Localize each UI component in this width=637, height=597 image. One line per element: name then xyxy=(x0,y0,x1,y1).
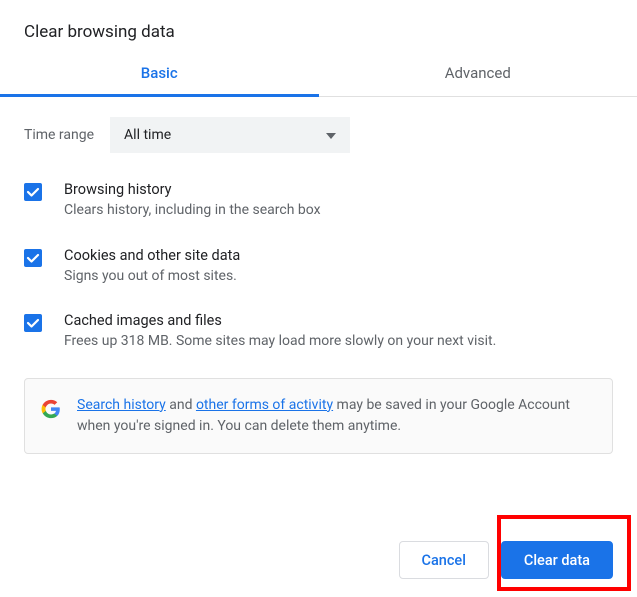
clear-data-button[interactable]: Clear data xyxy=(501,541,613,579)
tab-basic[interactable]: Basic xyxy=(0,50,319,97)
time-range-select[interactable]: All time xyxy=(110,117,350,153)
dialog-title: Clear browsing data xyxy=(0,0,637,50)
chevron-down-icon xyxy=(326,127,336,143)
option-cookies: Cookies and other site data Signs you ou… xyxy=(24,247,613,287)
option-title: Cookies and other site data xyxy=(64,247,240,264)
google-account-notice: Search history and other forms of activi… xyxy=(24,378,613,454)
time-range-label: Time range xyxy=(24,127,94,143)
check-icon xyxy=(26,251,40,265)
check-icon xyxy=(26,185,40,199)
time-range-value: All time xyxy=(124,127,171,143)
search-history-link[interactable]: Search history xyxy=(77,397,166,413)
cancel-button[interactable]: Cancel xyxy=(399,541,489,579)
clear-browsing-data-dialog: Clear browsing data Basic Advanced Time … xyxy=(0,0,637,597)
option-desc: Frees up 318 MB. Some sites may load mor… xyxy=(64,332,496,352)
other-activity-link[interactable]: other forms of activity xyxy=(196,397,333,413)
tab-advanced[interactable]: Advanced xyxy=(319,50,637,96)
option-browsing-history: Browsing history Clears history, includi… xyxy=(24,181,613,221)
checkbox-browsing-history[interactable] xyxy=(24,183,42,201)
option-title: Browsing history xyxy=(64,181,321,198)
dialog-content: Time range All time Browsing history Cle… xyxy=(0,97,637,454)
option-cached: Cached images and files Frees up 318 MB.… xyxy=(24,312,613,352)
dialog-footer: Cancel Clear data xyxy=(399,541,614,579)
check-icon xyxy=(26,316,40,330)
checkbox-cached[interactable] xyxy=(24,314,42,332)
option-desc: Signs you out of most sites. xyxy=(64,267,240,287)
tabs: Basic Advanced xyxy=(0,50,637,97)
notice-text: Search history and other forms of activi… xyxy=(77,395,596,437)
google-logo-icon xyxy=(41,399,61,419)
option-title: Cached images and files xyxy=(64,312,496,329)
time-range-row: Time range All time xyxy=(24,117,613,153)
option-desc: Clears history, including in the search … xyxy=(64,201,321,221)
checkbox-cookies[interactable] xyxy=(24,249,42,267)
